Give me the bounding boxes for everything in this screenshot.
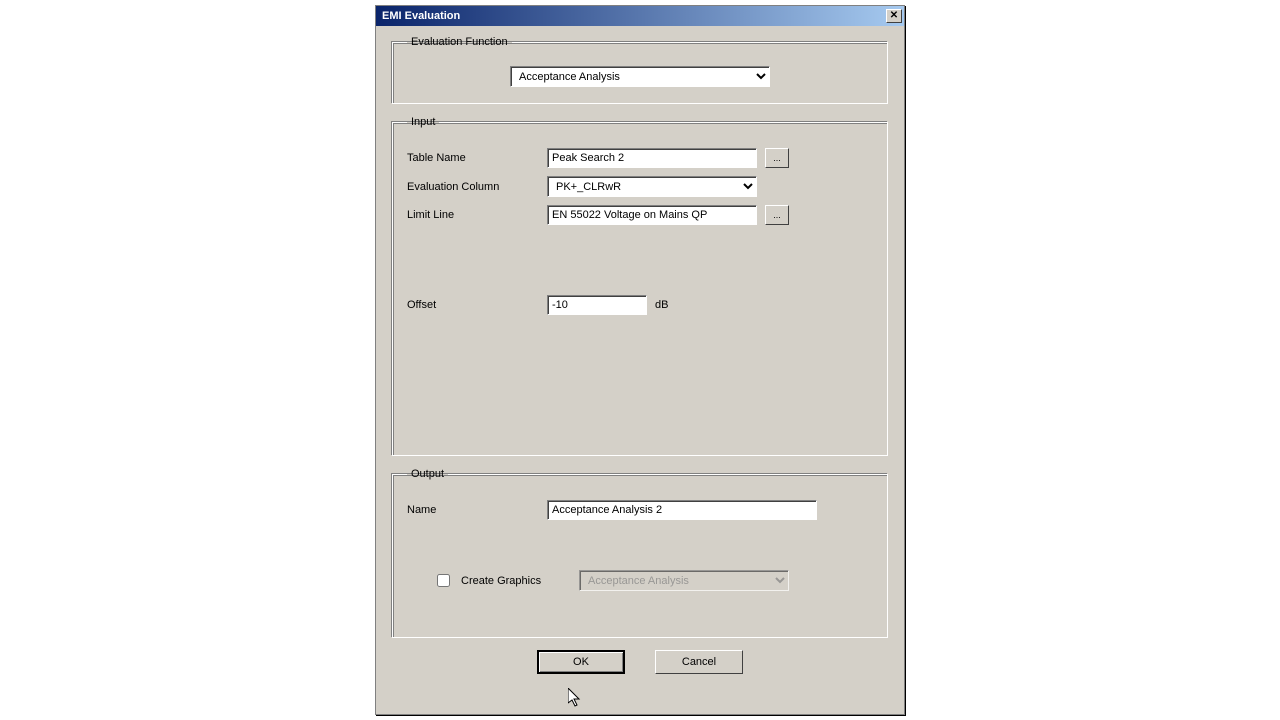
limit-line-browse-button[interactable]: ...: [765, 205, 789, 225]
limit-line-label: Limit Line: [407, 209, 547, 221]
eval-column-combo[interactable]: PK+_CLRwR: [547, 176, 757, 197]
close-icon[interactable]: ✕: [886, 9, 902, 23]
legend-output: Output: [407, 468, 448, 480]
offset-unit-label: dB: [655, 299, 668, 311]
group-output: Output Name Create Graphics Acceptance A…: [392, 468, 888, 638]
group-eval-function: Evaluation Function Acceptance Analysis: [392, 36, 888, 104]
cancel-button[interactable]: Cancel: [655, 650, 743, 674]
create-graphics-checkbox[interactable]: [437, 574, 450, 587]
emi-evaluation-dialog: EMI Evaluation ✕ Evaluation Function Acc…: [375, 5, 905, 715]
dialog-body: Evaluation Function Acceptance Analysis …: [376, 26, 904, 682]
table-name-input[interactable]: [547, 148, 757, 168]
table-name-label: Table Name: [407, 152, 547, 164]
output-name-label: Name: [407, 504, 547, 516]
offset-label: Offset: [407, 299, 547, 311]
graphics-combo: Acceptance Analysis: [579, 570, 789, 591]
create-graphics-label: Create Graphics: [461, 575, 571, 587]
window-title: EMI Evaluation: [382, 10, 460, 22]
legend-input: Input: [407, 116, 439, 128]
legend-eval-function: Evaluation Function: [407, 36, 512, 48]
titlebar[interactable]: EMI Evaluation ✕: [376, 6, 904, 26]
offset-input[interactable]: [547, 295, 647, 315]
eval-function-combo[interactable]: Acceptance Analysis: [510, 66, 770, 87]
table-name-browse-button[interactable]: ...: [765, 148, 789, 168]
ok-button[interactable]: OK: [537, 650, 625, 674]
group-input: Input Table Name ... Evaluation Column P…: [392, 116, 888, 456]
limit-line-input[interactable]: [547, 205, 757, 225]
eval-column-label: Evaluation Column: [407, 181, 547, 193]
output-name-input[interactable]: [547, 500, 817, 520]
